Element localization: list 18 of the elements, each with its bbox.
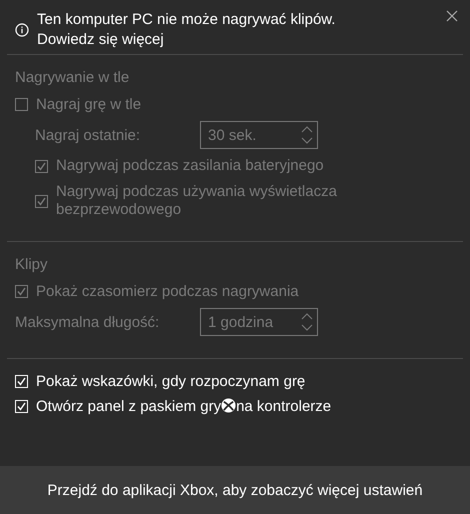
- learn-more-link[interactable]: Dowiedz się więcej: [37, 30, 336, 50]
- up-down-icon: [301, 312, 313, 332]
- checkbox-label: Otwórz panel z paskiem gry na kontrolerze: [36, 398, 332, 415]
- checkbox-label: Nagraj grę w tle: [36, 96, 142, 113]
- section-title: Nagrywanie w tle: [15, 69, 130, 86]
- checkbox-label: Nagrywaj podczas używania wyświetlacza bezprzewodowego: [56, 183, 338, 219]
- xbox-app-button[interactable]: Przejdź do aplikacji Xbox, aby zobaczyć więcej ustawień: [0, 466, 470, 514]
- checkbox-label: Pokaż czasomierz podczas nagrywania: [36, 283, 299, 300]
- checkbox-label: Pokaż wskazówki, gdy rozpoczynam grę: [36, 373, 306, 390]
- field-label: Nagraj ostatnie:: [35, 126, 142, 144]
- up-down-icon: [301, 125, 313, 145]
- notice-text: Ten komputer PC nie może nagrywać klipów.: [37, 10, 336, 30]
- info-icon: [15, 23, 29, 37]
- xbox-icon: [221, 398, 236, 413]
- section-title: Klipy: [15, 256, 49, 273]
- field-label: Maksymalna długość:: [15, 314, 160, 330]
- close-icon[interactable]: [446, 10, 458, 22]
- checkbox-label: Nagrywaj podczas zasilania bateryjnego: [56, 157, 325, 175]
